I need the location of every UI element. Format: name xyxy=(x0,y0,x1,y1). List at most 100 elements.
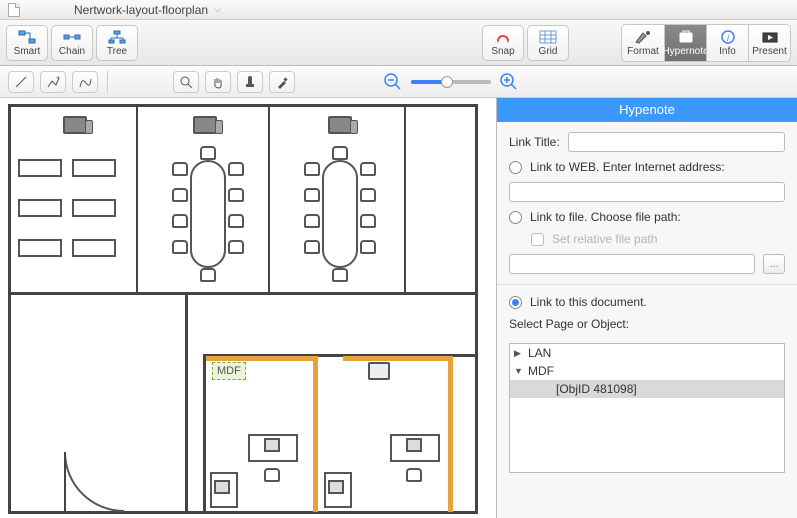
canvas[interactable]: MDF xyxy=(0,98,497,518)
tree-item-objid[interactable]: [ObjID 481098] xyxy=(510,380,784,398)
inspector-header: Hypenote xyxy=(497,98,797,122)
main-toolbar: Smart Chain Tree Snap Grid Format Hypern xyxy=(0,20,797,66)
eyedropper-tool-button[interactable] xyxy=(269,71,295,93)
zoom-in-button[interactable] xyxy=(497,70,521,94)
computer-icon xyxy=(264,438,280,452)
wall xyxy=(136,104,138,294)
wall xyxy=(475,104,478,514)
view-group: Snap Grid xyxy=(482,25,569,61)
link-title-input[interactable] xyxy=(568,132,785,152)
document-title[interactable]: Nertwork-layout-floorplan xyxy=(74,3,208,17)
floorplan: MDF xyxy=(8,104,488,516)
tree-label: Tree xyxy=(107,46,127,57)
file-path-input[interactable] xyxy=(509,254,755,274)
page-object-tree[interactable]: LAN MDF [ObjID 481098] xyxy=(509,343,785,473)
document-icon xyxy=(8,3,20,17)
link-web-radio[interactable] xyxy=(509,161,522,174)
tree-button[interactable]: Tree xyxy=(96,25,138,61)
info-icon: i xyxy=(719,29,737,45)
chair xyxy=(406,468,422,482)
link-doc-row[interactable]: Link to this document. xyxy=(509,295,785,309)
bench xyxy=(18,159,62,177)
present-button[interactable]: Present xyxy=(748,25,790,61)
inspector-segment: Format Hypernote i Info Present xyxy=(621,24,791,62)
phone-icon xyxy=(193,116,217,134)
link-file-radio[interactable] xyxy=(509,211,522,224)
info-button[interactable]: i Info xyxy=(706,25,748,61)
link-title-label: Link Title: xyxy=(509,135,560,149)
hypernote-button[interactable]: Hypernote xyxy=(664,25,706,61)
phone-icon xyxy=(328,116,352,134)
select-page-label: Select Page or Object: xyxy=(509,317,785,331)
chain-button[interactable]: Chain xyxy=(51,25,93,61)
mdf-label[interactable]: MDF xyxy=(212,362,246,380)
svg-text:+: + xyxy=(56,75,60,82)
wall xyxy=(8,292,478,295)
link-doc-label: Link to this document. xyxy=(530,295,647,309)
link-file-label: Link to file. Choose file path: xyxy=(530,210,681,224)
zoom-controls xyxy=(381,70,521,94)
computer-icon xyxy=(328,480,344,494)
chair xyxy=(264,468,280,482)
bench xyxy=(18,199,62,217)
snap-label: Snap xyxy=(491,46,514,57)
curve-tool-button[interactable] xyxy=(72,71,98,93)
hypernote-label: Hypernote xyxy=(662,46,708,57)
snap-button[interactable]: Snap xyxy=(482,25,524,61)
smart-button[interactable]: Smart xyxy=(6,25,48,61)
computer-icon xyxy=(214,480,230,494)
main-area: MDF Hypenote Link Title: xyxy=(0,98,797,518)
disclosure-triangle-icon[interactable] xyxy=(514,348,524,359)
wall xyxy=(404,104,406,294)
relative-path-label: Set relative file path xyxy=(552,232,657,246)
info-label: Info xyxy=(719,46,736,57)
tree-item-label: LAN xyxy=(528,346,551,360)
inspector-body: Link Title: Link to WEB. Enter Internet … xyxy=(497,122,797,483)
format-button[interactable]: Format xyxy=(622,25,664,61)
format-label: Format xyxy=(627,46,659,57)
wall xyxy=(268,104,270,294)
present-label: Present xyxy=(752,46,786,57)
conference-table xyxy=(168,144,248,284)
phone-icon xyxy=(63,116,87,134)
bench xyxy=(72,199,116,217)
line-tool-button[interactable] xyxy=(8,71,34,93)
tree-item-mdf[interactable]: MDF xyxy=(510,362,784,380)
wall xyxy=(203,354,206,514)
hand-tool-button[interactable] xyxy=(205,71,231,93)
present-icon xyxy=(761,29,779,45)
wall-highlight xyxy=(313,356,318,512)
wall xyxy=(8,104,11,514)
separator xyxy=(107,71,108,93)
link-web-row[interactable]: Link to WEB. Enter Internet address: xyxy=(509,160,785,174)
conference-table xyxy=(300,144,380,284)
computer-icon xyxy=(406,438,422,452)
link-title-row: Link Title: xyxy=(509,132,785,152)
link-file-row[interactable]: Link to file. Choose file path: xyxy=(509,210,785,224)
stamp-tool-button[interactable] xyxy=(237,71,263,93)
tree-item-lan[interactable]: LAN xyxy=(510,344,784,362)
tree-item-label: MDF xyxy=(528,364,554,378)
zoom-slider-knob[interactable] xyxy=(441,76,453,88)
wall-highlight xyxy=(206,356,316,361)
secondary-toolbar: + xyxy=(0,66,797,98)
web-address-input[interactable] xyxy=(509,182,785,202)
polyline-tool-button[interactable]: + xyxy=(40,71,66,93)
printer-icon xyxy=(368,362,390,380)
link-doc-radio[interactable] xyxy=(509,296,522,309)
search-tool-button[interactable] xyxy=(173,71,199,93)
separator xyxy=(497,284,797,285)
disclosure-triangle-icon[interactable] xyxy=(514,366,524,376)
zoom-slider[interactable] xyxy=(411,80,491,84)
relative-path-checkbox[interactable] xyxy=(531,233,544,246)
chevron-down-icon[interactable]: ⌵ xyxy=(214,4,221,15)
bench xyxy=(72,239,116,257)
wall xyxy=(8,511,188,514)
bench xyxy=(72,159,116,177)
wall xyxy=(185,292,188,514)
browse-file-button[interactable]: ... xyxy=(763,254,785,274)
tree-icon xyxy=(108,29,126,45)
svg-text:i: i xyxy=(727,33,730,43)
zoom-out-button[interactable] xyxy=(381,70,405,94)
grid-button[interactable]: Grid xyxy=(527,25,569,61)
